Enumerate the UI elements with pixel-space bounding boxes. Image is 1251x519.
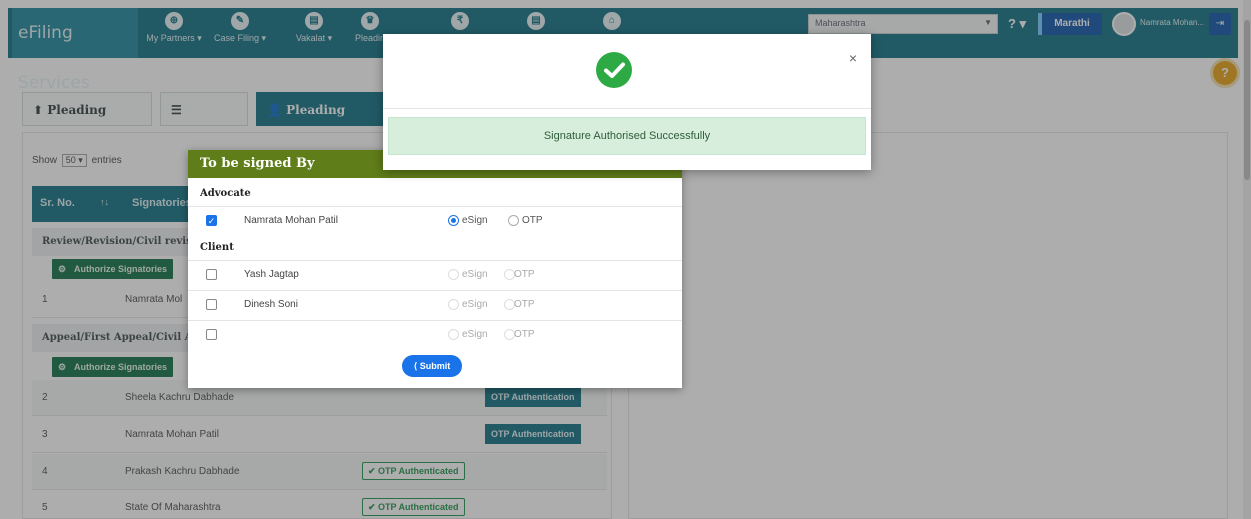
success-modal: × Signature Authorised Successfully — [383, 34, 871, 170]
esign-label: eSign — [462, 299, 488, 310]
close-icon[interactable]: × — [849, 50, 857, 66]
advocate-section-label: Advocate — [200, 188, 251, 199]
client-checkbox[interactable] — [206, 329, 217, 340]
esign-label: eSign — [462, 329, 488, 340]
client-checkbox[interactable] — [206, 269, 217, 280]
esign-label: eSign — [462, 215, 488, 226]
signer-row-client: Dinesh Soni eSign OTP — [188, 290, 682, 320]
submit-button[interactable]: ⟨ Submit — [402, 355, 462, 377]
esign-radio[interactable] — [448, 329, 459, 340]
client-section-label: Client — [200, 242, 234, 253]
signer-row-advocate: ✓ Namrata Mohan Patil eSign OTP — [188, 206, 682, 236]
signer-name: Namrata Mohan Patil — [244, 215, 338, 226]
client-checkbox[interactable] — [206, 299, 217, 310]
signer-row-client: eSign OTP — [188, 320, 682, 350]
signer-row-client: Yash Jagtap eSign OTP — [188, 260, 682, 290]
esign-label: eSign — [462, 269, 488, 280]
esign-radio[interactable] — [448, 215, 459, 226]
divider — [383, 108, 871, 109]
check-circle-icon — [596, 52, 632, 88]
esign-radio[interactable] — [448, 269, 459, 280]
otp-label: OTP — [514, 269, 535, 280]
success-alert: Signature Authorised Successfully — [388, 117, 866, 155]
esign-radio[interactable] — [448, 299, 459, 310]
otp-label: OTP — [514, 329, 535, 340]
otp-label: OTP — [522, 215, 543, 226]
signer-name: Yash Jagtap — [244, 269, 299, 280]
otp-label: OTP — [514, 299, 535, 310]
otp-radio[interactable] — [508, 215, 519, 226]
signer-modal: To be signed By Advocate ✓ Namrata Mohan… — [188, 150, 682, 388]
advocate-checkbox[interactable]: ✓ — [206, 215, 217, 226]
signer-name: Dinesh Soni — [244, 299, 298, 310]
